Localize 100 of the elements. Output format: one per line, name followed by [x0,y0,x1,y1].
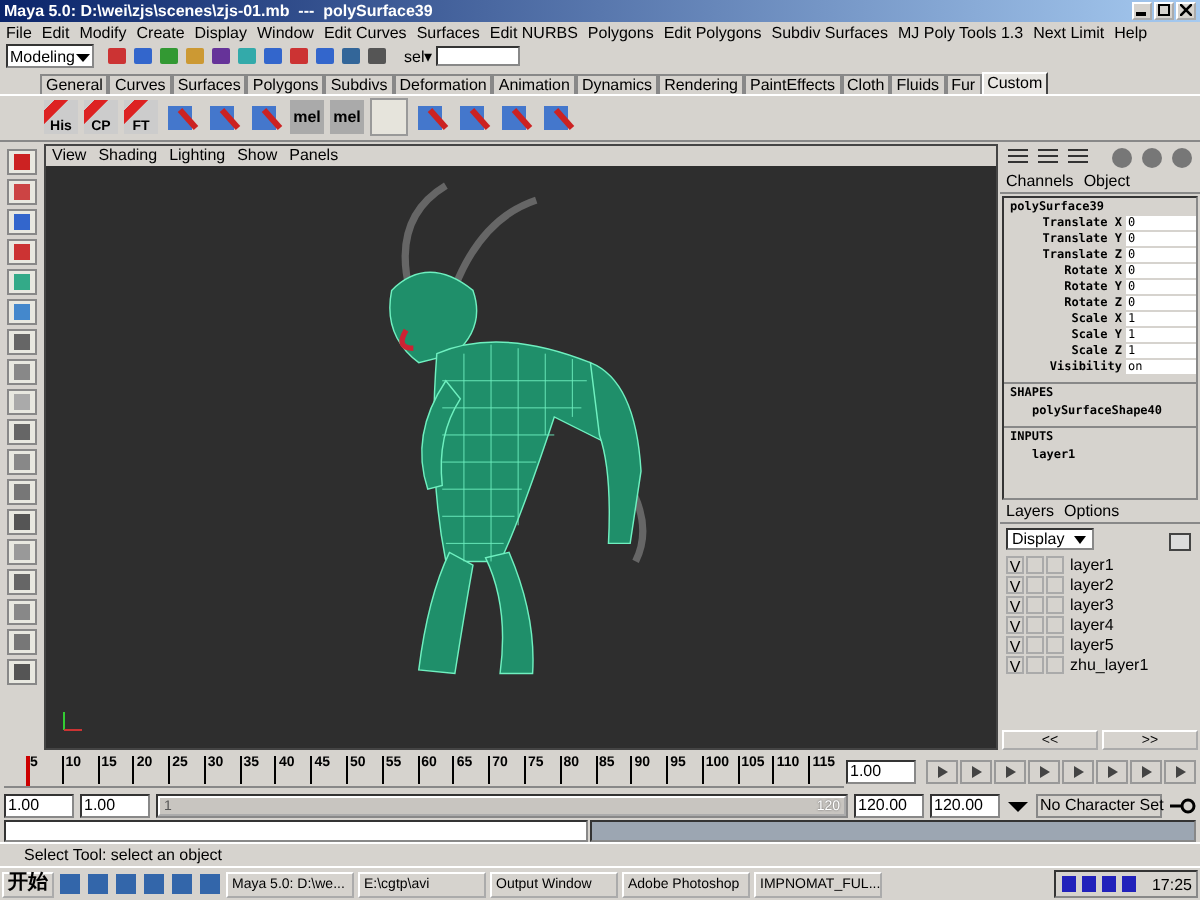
tool-icon[interactable] [288,46,310,67]
layer-name[interactable]: zhu_layer1 [1070,655,1149,674]
start-button[interactable]: 开始 [2,871,54,898]
menu-item[interactable]: Window [257,23,314,42]
tool-icon[interactable] [5,267,37,296]
visibility-toggle[interactable]: V [1006,555,1024,574]
command-line-field[interactable] [4,820,588,843]
color-swatch[interactable] [1046,595,1064,614]
playback-button[interactable] [1164,760,1196,785]
tray-icon[interactable] [1119,874,1138,895]
tray-icon[interactable] [1059,874,1078,895]
tray-icon[interactable] [1079,874,1098,895]
shelf-tab[interactable]: Fluids [890,73,946,94]
viewport-menu-item[interactable]: Lighting [169,146,226,165]
display-icon[interactable] [1108,143,1136,170]
color-swatch[interactable] [1046,615,1064,634]
playback-button[interactable] [1028,760,1060,785]
minimize-button[interactable] [1132,1,1152,20]
menu-item[interactable]: MJ Poly Tools 1.3 [898,23,1024,42]
menu-item[interactable]: Create [136,23,185,42]
display-icon[interactable] [1138,143,1166,170]
playback-button[interactable] [926,760,958,785]
menu-item[interactable]: Edit Polygons [663,23,762,42]
tool-icon[interactable] [262,46,284,67]
viewport-menu-item[interactable]: Shading [98,146,158,165]
playback-button[interactable] [1062,760,1094,785]
mode-dropdown[interactable]: Modeling [6,44,94,69]
shelf-tab[interactable]: Custom [981,71,1049,94]
shelf-button[interactable] [370,98,408,137]
visibility-toggle[interactable]: V [1006,655,1024,674]
tool-icon[interactable] [106,46,128,67]
start-time-field[interactable]: 1.00 [4,794,74,819]
color-swatch[interactable] [1046,575,1064,594]
tool-icon[interactable] [5,657,37,686]
playback-button[interactable] [1096,760,1128,785]
quick-launch-icon[interactable] [58,872,82,897]
visibility-toggle[interactable]: V [1006,595,1024,614]
shelf-tab[interactable]: General [40,73,109,94]
shelf-tab[interactable]: Surfaces [171,73,247,94]
tool-icon[interactable] [210,46,232,67]
visibility-toggle[interactable]: V [1006,575,1024,594]
tool-icon[interactable] [5,597,37,626]
character-set-field[interactable]: No Character Set [1036,794,1162,819]
tool-icon[interactable] [5,357,37,386]
quick-launch-icon[interactable] [86,872,110,897]
playback-button[interactable] [994,760,1026,785]
shelf-button[interactable]: mel [330,100,364,135]
menu-item[interactable]: File [6,23,32,42]
tool-icon[interactable] [5,297,37,326]
tool-icon[interactable] [5,327,37,356]
shelf-tab[interactable]: Dynamics [575,73,659,94]
shelf-tab[interactable]: Deformation [393,73,493,94]
maximize-button[interactable] [1154,1,1174,20]
playback-end-field[interactable]: 120.00 [854,794,924,819]
viewport-menu-item[interactable]: Panels [289,146,339,165]
channel-menu-item[interactable]: Channels [1006,172,1074,191]
current-time-marker[interactable] [26,756,30,787]
tool-icon[interactable] [5,177,37,206]
layer-name[interactable]: layer4 [1070,615,1114,634]
end-time-field[interactable]: 120.00 [930,794,1000,819]
quick-launch-icon[interactable] [198,872,222,897]
visibility-toggle[interactable]: V [1006,615,1024,634]
shelf-tab[interactable]: Subdivs [324,73,394,94]
new-layer-icon[interactable] [1166,527,1194,552]
tool-icon[interactable] [5,147,37,176]
close-button[interactable] [1176,1,1196,20]
tool-icon[interactable] [132,46,154,67]
shelf-tab[interactable]: Rendering [658,73,744,94]
tool-icon[interactable] [5,387,37,416]
tool-icon[interactable] [5,507,37,536]
tool-icon[interactable] [5,477,37,506]
viewport[interactable] [46,165,996,749]
menu-item[interactable]: Polygons [587,23,654,42]
shelf-tab[interactable]: PaintEffects [743,73,842,94]
key-icon[interactable] [1168,796,1196,817]
viewport-menu-item[interactable]: View [52,146,87,165]
color-swatch[interactable] [1046,555,1064,574]
quick-launch-icon[interactable] [142,872,166,897]
layer-name[interactable]: layer2 [1070,575,1114,594]
quick-launch-icon[interactable] [114,872,138,897]
menu-item[interactable]: Edit Curves [323,23,407,42]
tool-icon[interactable] [5,537,37,566]
layer-name[interactable]: layer5 [1070,635,1114,654]
shelf-tab[interactable]: Polygons [246,73,325,94]
visibility-toggle[interactable]: V [1006,635,1024,654]
tool-icon[interactable] [5,567,37,596]
layer-menu-item[interactable]: Layers [1006,502,1055,521]
color-swatch[interactable] [1046,655,1064,674]
layer-menu-item[interactable]: Options [1064,502,1120,521]
layer-name[interactable]: layer3 [1070,595,1114,614]
layer-name[interactable]: layer1 [1070,555,1114,574]
color-swatch[interactable] [1046,635,1064,654]
menu-item[interactable]: Surfaces [416,23,480,42]
menu-item[interactable]: Subdiv Surfaces [771,23,889,42]
tool-icon[interactable] [5,207,37,236]
display-icon[interactable] [1168,143,1196,170]
tool-icon[interactable] [366,46,388,67]
menu-item[interactable]: Display [194,23,247,42]
playback-button[interactable] [1130,760,1162,785]
shelf-button[interactable]: mel [290,100,324,135]
